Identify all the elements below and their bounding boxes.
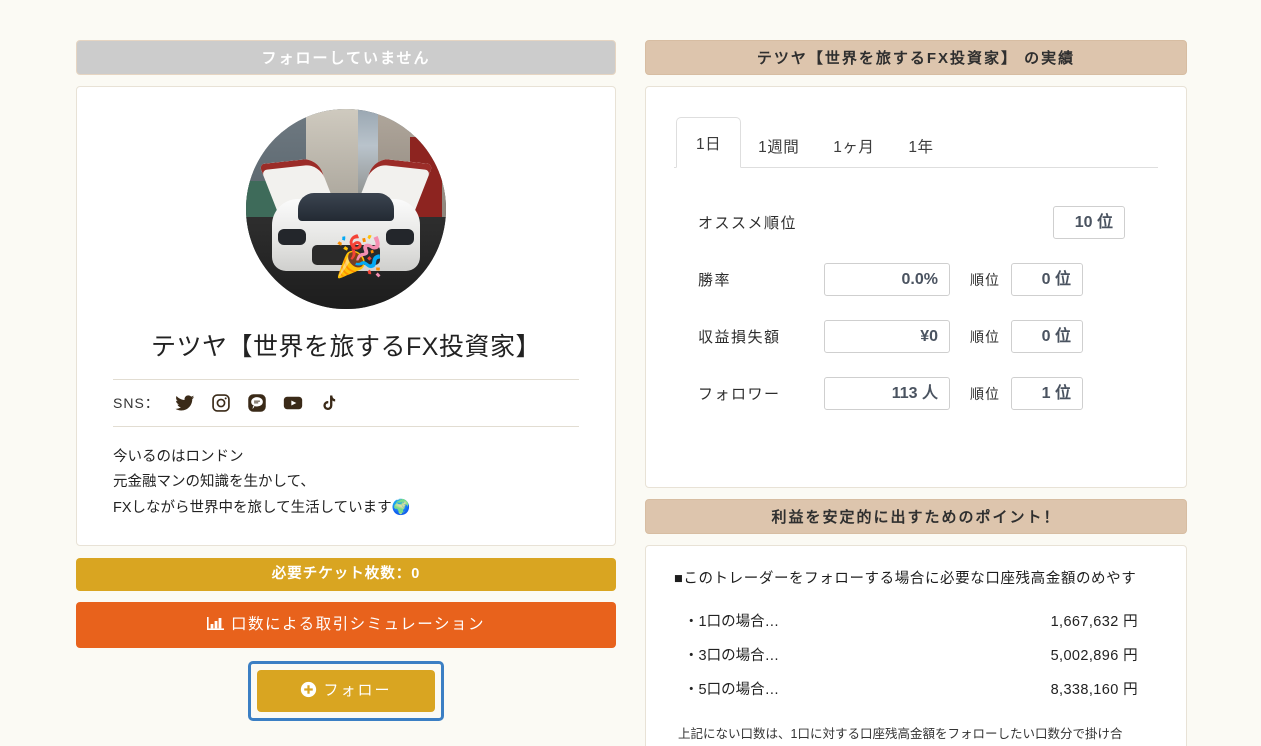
lot-amount: 8,338,160 円 bbox=[1050, 682, 1138, 698]
avatar-car-windshield bbox=[298, 193, 394, 221]
follow-button-wrapper: フォロー bbox=[76, 661, 616, 721]
stat-rank-winrate: 0 位 bbox=[1011, 263, 1083, 296]
rank-label-followers: 順位 bbox=[970, 385, 1000, 402]
rank-label-profit-loss: 順位 bbox=[970, 328, 1000, 345]
bio-line-3-text: FXしながら世界中を旅して生活しています bbox=[113, 500, 392, 516]
points-card: ■このトレーダーをフォローする場合に必要な口座残高金額のめやす ・1口の場合… … bbox=[645, 545, 1187, 746]
plus-circle-icon bbox=[300, 673, 317, 715]
sns-row: SNS： bbox=[113, 379, 579, 427]
page-title: テツヤ【世界を旅するFX投資家】 bbox=[151, 333, 541, 361]
lot-label: ・5口の場合… bbox=[684, 682, 780, 698]
stat-rank-followers: 1 位 bbox=[1011, 377, 1083, 410]
follow-status-header: フォローしていません bbox=[76, 40, 616, 75]
globe-icon: 🌍 bbox=[391, 499, 411, 516]
profile-column: フォローしていません 🎉 テツヤ【世界を旅するFX投資家】 SNS： 今いるのは… bbox=[76, 40, 616, 721]
stat-value-followers: 113 人 bbox=[824, 377, 950, 410]
twitter-icon[interactable] bbox=[174, 392, 196, 414]
page-root: フォローしていません 🎉 テツヤ【世界を旅するFX投資家】 SNS： 今いるのは… bbox=[0, 0, 1261, 746]
tab-1year[interactable]: 1年 bbox=[891, 125, 950, 167]
sns-label: SNS： bbox=[113, 395, 160, 411]
stat-row-followers: フォロワー 113 人 順位 1 位 bbox=[674, 365, 1158, 422]
stat-rank-recommend: 10 位 bbox=[1053, 206, 1125, 239]
tab-1day[interactable]: 1日 bbox=[676, 117, 742, 168]
profile-bio: 今いるのはロンドン 元金融マンの知識を生かして、 FXしながら世界中を旅して生活… bbox=[113, 445, 579, 521]
stat-rank-profit-loss: 0 位 bbox=[1011, 320, 1083, 353]
ticket-count-button[interactable]: 必要チケット枚数：0 bbox=[76, 558, 616, 591]
stats-card: 1日 1週間 1ヶ月 1年 オススメ順位 10 位 勝率 0.0% 順位 0 位 bbox=[645, 86, 1187, 488]
rank-label-winrate: 順位 bbox=[970, 271, 1000, 288]
stat-label-recommend-rank: オススメ順位 bbox=[698, 215, 798, 232]
points-header: 利益を安定的に出すためのポイント！ bbox=[645, 499, 1187, 534]
instagram-icon[interactable] bbox=[210, 392, 232, 414]
results-header: テツヤ【世界を旅するFX投資家】 の実績 bbox=[645, 40, 1187, 75]
stat-label-followers: フォロワー bbox=[698, 386, 781, 403]
youtube-icon[interactable] bbox=[282, 392, 304, 414]
lot-note: 上記にない口数は、1口に対する口座残高金額をフォローしたい口数分で掛け合 bbox=[678, 727, 1123, 741]
avatar-car-headlight-right bbox=[386, 229, 414, 245]
stat-label-profit-loss: 収益損失額 bbox=[698, 329, 781, 346]
tiktok-icon[interactable] bbox=[318, 392, 340, 414]
lot-label: ・1口の場合… bbox=[684, 614, 780, 630]
tab-1month[interactable]: 1ヶ月 bbox=[816, 125, 891, 167]
results-column: テツヤ【世界を旅するFX投資家】 の実績 1日 1週間 1ヶ月 1年 オススメ順… bbox=[645, 40, 1187, 746]
bio-line-3: FXしながら世界中を旅して生活しています🌍 bbox=[113, 495, 579, 521]
line-icon[interactable] bbox=[246, 392, 268, 414]
avatar-car-headlight-left bbox=[278, 229, 306, 245]
stat-row-winrate: 勝率 0.0% 順位 0 位 bbox=[674, 251, 1158, 308]
profile-card: 🎉 テツヤ【世界を旅するFX投資家】 SNS： 今いるのはロンドン 元金融マンの… bbox=[76, 86, 616, 546]
stat-row-recommend-rank: オススメ順位 10 位 bbox=[674, 194, 1158, 251]
bio-line-1: 今いるのはロンドン bbox=[113, 449, 244, 465]
bio-line-2: 元金融マンの知識を生かして、 bbox=[113, 474, 315, 490]
lot-row: ・5口の場合… 8,338,160 円 bbox=[674, 678, 1158, 712]
bar-chart-icon bbox=[207, 604, 225, 650]
lot-list: ・1口の場合… 1,667,632 円 ・3口の場合… 5,002,896 円 … bbox=[674, 610, 1158, 712]
lot-row: ・3口の場合… 5,002,896 円 bbox=[674, 644, 1158, 678]
trade-simulation-button[interactable]: 口数による取引シミュレーション bbox=[76, 602, 616, 648]
points-intro: ■このトレーダーをフォローする場合に必要な口座残高金額のめやす bbox=[674, 571, 1137, 587]
follow-button-label: フォロー bbox=[323, 682, 392, 699]
period-tabs: 1日 1週間 1ヶ月 1年 bbox=[674, 113, 1158, 168]
tab-1week[interactable]: 1週間 bbox=[741, 125, 816, 167]
lot-amount: 5,002,896 円 bbox=[1050, 648, 1138, 664]
trade-simulation-label: 口数による取引シミュレーション bbox=[231, 616, 485, 633]
stat-label-winrate: 勝率 bbox=[698, 272, 732, 289]
stat-value-profit-loss: ¥0 bbox=[824, 320, 950, 353]
stat-value-winrate: 0.0% bbox=[824, 263, 950, 296]
party-popper-icon: 🎉 bbox=[334, 235, 384, 279]
stat-row-profit-loss: 収益損失額 ¥0 順位 0 位 bbox=[674, 308, 1158, 365]
avatar-wrapper: 🎉 bbox=[113, 109, 579, 309]
stats-rows: オススメ順位 10 位 勝率 0.0% 順位 0 位 収益損失額 ¥0 順位 0… bbox=[674, 194, 1158, 422]
follow-focus-ring: フォロー bbox=[248, 661, 444, 721]
follow-button[interactable]: フォロー bbox=[257, 670, 435, 712]
avatar: 🎉 bbox=[246, 109, 446, 309]
lot-amount: 1,667,632 円 bbox=[1050, 614, 1138, 630]
lot-row: ・1口の場合… 1,667,632 円 bbox=[674, 610, 1158, 644]
lot-label: ・3口の場合… bbox=[684, 648, 780, 664]
